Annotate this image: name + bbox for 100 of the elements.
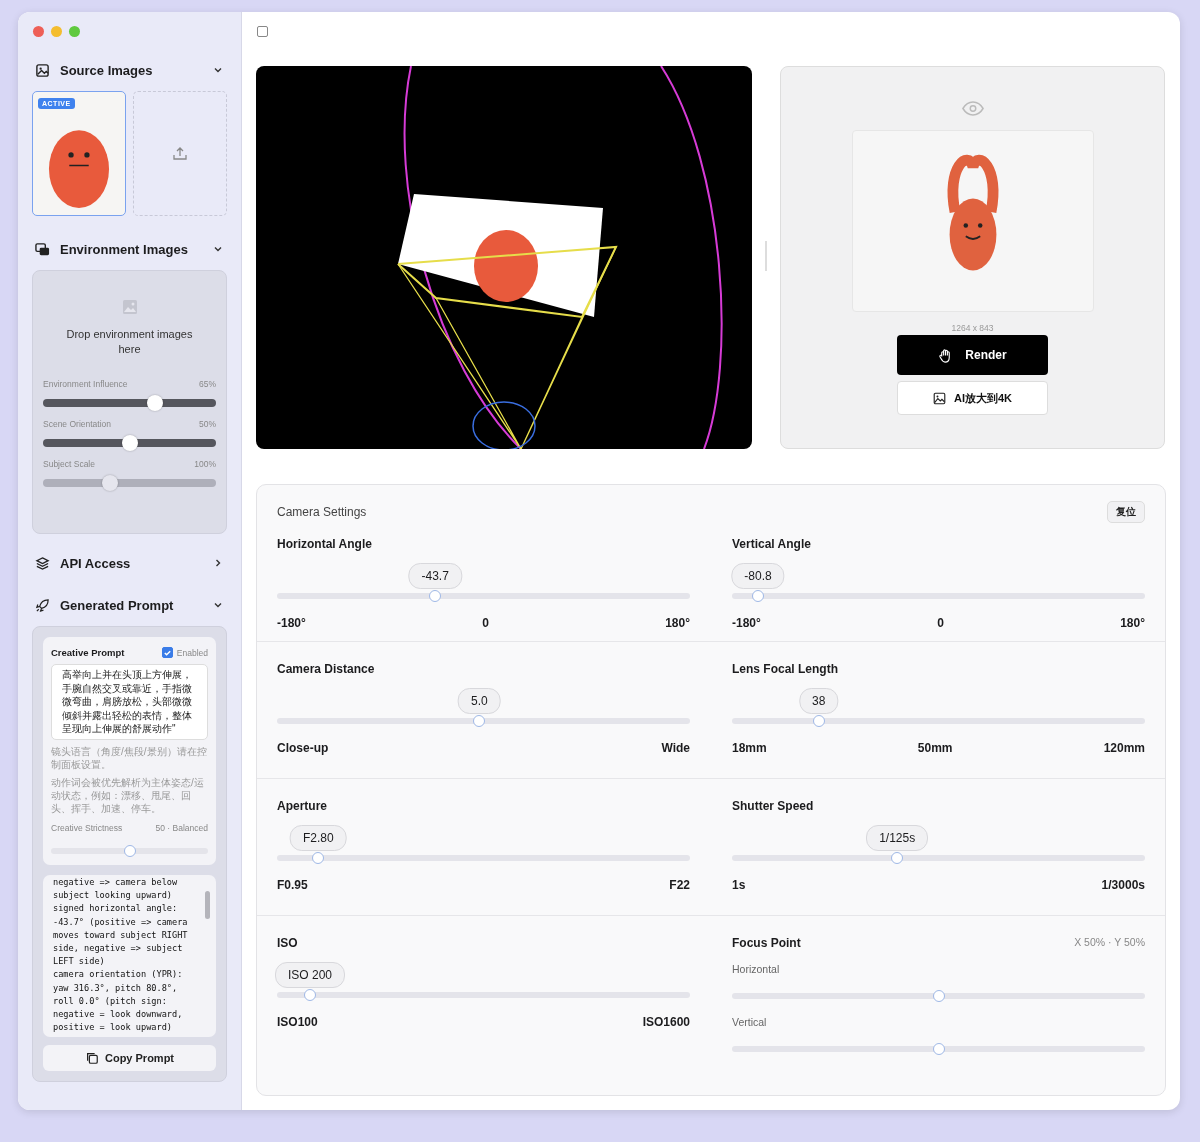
chevron-icon[interactable]: [213, 244, 223, 254]
slider[interactable]: [277, 590, 690, 602]
slider-label: Creative Strictness: [51, 822, 123, 833]
tick-label: -180°: [277, 616, 306, 630]
panel-title: Camera Settings: [277, 505, 367, 519]
slider[interactable]: [43, 395, 216, 411]
slider-thumb[interactable]: [312, 852, 325, 864]
tick-label: 1s: [732, 878, 746, 892]
upscale-button[interactable]: AI放大到4K: [897, 381, 1048, 415]
tick-label: 0: [482, 616, 489, 630]
slider-thumb[interactable]: [891, 852, 904, 864]
section-title: Environment Images: [60, 241, 189, 257]
slider[interactable]: [732, 990, 1145, 1002]
tick-label: 50mm: [917, 741, 953, 755]
chevron-icon[interactable]: [213, 600, 223, 610]
code-line: roll 0.0° (pitch sign:: [53, 994, 168, 1008]
minimize-window-icon[interactable]: [51, 26, 62, 37]
upload-dropzone[interactable]: [133, 91, 227, 216]
code-line: positive = look upward): [53, 1021, 173, 1035]
reset-button[interactable]: 复位: [1107, 501, 1145, 523]
value-bubble: -80.8: [731, 563, 785, 589]
control-label: Horizontal Angle: [277, 537, 373, 551]
resize-handle[interactable]: [765, 241, 767, 271]
dropzone-text: Drop environment images here: [65, 327, 194, 357]
control-label: Focus Point: [732, 936, 801, 950]
code-line: side, negative => subject: [53, 942, 184, 955]
image-dimensions: 1264 x 843: [951, 323, 994, 333]
image-icon: [35, 62, 50, 78]
slider-thumb[interactable]: [429, 590, 442, 602]
slider-thumb[interactable]: [304, 989, 317, 1001]
chevron-icon[interactable]: [213, 558, 223, 568]
tick-label: 18mm: [732, 741, 767, 755]
slider[interactable]: [732, 1043, 1145, 1055]
code-line: LEFT side): [53, 955, 106, 969]
slider[interactable]: [732, 852, 1145, 864]
value-bubble: 5.0: [458, 688, 501, 714]
section-title: API Access: [60, 555, 132, 571]
chevron-icon[interactable]: [213, 65, 223, 75]
focus-reading: X 50% · Y 50%: [1074, 936, 1145, 950]
render-button[interactable]: Render: [897, 335, 1048, 375]
hint-text: 动作词会被优先解析为主体姿态/运动状态，例如：漂移、甩尾、回头、挥手、加速、停车。: [51, 775, 205, 815]
stacked-images-icon: [35, 241, 50, 257]
slider-reading: 50%: [199, 419, 216, 429]
slider-label: Scene Orientation: [43, 419, 112, 429]
close-window-icon[interactable]: [33, 26, 44, 37]
slider[interactable]: [43, 435, 216, 451]
axis-label: Vertical: [732, 1016, 768, 1028]
code-line: yaw 316.3°, pitch 80.8°,: [53, 981, 179, 995]
3d-viewport[interactable]: [256, 66, 752, 449]
slider[interactable]: [732, 590, 1145, 602]
prompt-text-area[interactable]: 高举向上并在头顶上方伸展，手腕自然交叉或靠近，手指微微弯曲，肩膀放松，头部微微倾斜并露出轻松的表情，整体呈现向上伸展的舒展动作": [51, 664, 208, 740]
code-line: subject looking upward): [53, 889, 173, 903]
tick-label: 0: [937, 616, 944, 630]
copy-icon: [84, 1051, 99, 1066]
control-label: Shutter Speed: [732, 799, 815, 813]
slider-thumb[interactable]: [121, 435, 138, 451]
value-bubble: -43.7: [408, 563, 462, 589]
enabled-checkbox[interactable]: [161, 647, 173, 658]
tick-label: Wide: [661, 741, 690, 755]
section-title: Generated Prompt: [60, 597, 175, 613]
slider-thumb[interactable]: [147, 395, 164, 411]
slider-label: Subject Scale: [43, 459, 95, 469]
slider-thumb[interactable]: [932, 990, 945, 1002]
axis-label: Horizontal: [732, 963, 781, 975]
control-label: Aperture: [277, 799, 328, 813]
copy-prompt-button[interactable]: Copy Prompt: [43, 1045, 216, 1072]
section-title: Source Images: [60, 62, 154, 78]
upload-icon: [172, 145, 188, 162]
control-label: Camera Distance: [277, 662, 376, 676]
slider-reading: 65%: [199, 379, 216, 389]
slider[interactable]: [277, 715, 690, 727]
slider[interactable]: [277, 852, 690, 864]
scrollbar[interactable]: [205, 890, 210, 919]
tick-label: Close-up: [277, 741, 329, 755]
value-bubble: 38: [799, 688, 839, 714]
card-title: Creative Prompt: [51, 647, 126, 658]
tick-label: ISO1600: [642, 1015, 690, 1029]
slider[interactable]: [51, 844, 208, 857]
zoom-window-icon[interactable]: [69, 26, 80, 37]
control-label: Lens Focal Length: [732, 662, 839, 676]
image-icon: [121, 299, 138, 315]
toggle-checkbox[interactable]: [257, 26, 268, 37]
eye-icon[interactable]: [961, 101, 984, 116]
slider-thumb[interactable]: [473, 715, 486, 727]
value-bubble: 1/125s: [866, 825, 929, 851]
tick-label: -180°: [732, 616, 761, 630]
slider-thumb[interactable]: [932, 1043, 945, 1055]
image-icon: [932, 391, 946, 405]
slider-reading: 100%: [194, 459, 216, 469]
slider-reading: 50 · Balanced: [155, 822, 208, 833]
layers-icon: [35, 555, 50, 571]
slider-thumb[interactable]: [123, 844, 136, 857]
tick-label: 180°: [665, 616, 690, 630]
slider[interactable]: [732, 715, 1145, 727]
slider[interactable]: [277, 989, 690, 1001]
tick-label: 120mm: [1103, 741, 1145, 755]
slider-thumb[interactable]: [752, 590, 764, 602]
value-bubble: F2.80: [289, 825, 347, 851]
rocket-icon: [35, 597, 50, 613]
slider-thumb[interactable]: [812, 715, 825, 727]
